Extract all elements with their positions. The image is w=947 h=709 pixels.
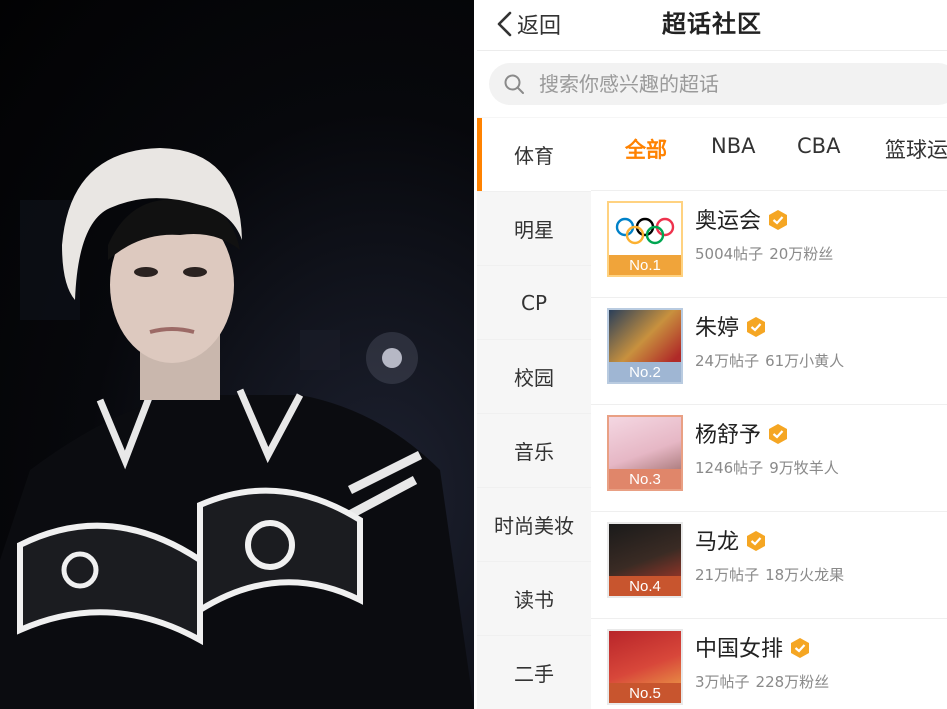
topic-stats: 1246帖子 9万牧羊人 — [695, 457, 839, 478]
topic-row[interactable]: No.1 奥运会 5004帖子 20万粉丝 — [591, 190, 947, 297]
fan-count: 9万牧羊人 — [769, 459, 839, 477]
verified-badge-icon — [769, 210, 788, 230]
sub-tabs: 全部 NBA CBA 篮球运 — [591, 118, 947, 183]
fan-count: 20万粉丝 — [769, 245, 834, 263]
category-label: 体育 — [514, 144, 554, 168]
topic-row[interactable]: No.3 杨舒予 1246帖子 9万牧羊人 — [591, 404, 947, 511]
topic-title: 朱婷 — [695, 316, 740, 341]
supertopic-app: 返回 超话社区 体育 明星 CP 校园 音乐 时尚美妆 读书 二手 全部 NBA… — [477, 0, 947, 709]
rank-badge: No.2 — [609, 362, 681, 382]
search-area — [477, 51, 947, 117]
verified-badge-icon — [747, 317, 766, 337]
post-count: 21万帖子 — [695, 566, 760, 584]
category-label: 明星 — [514, 218, 554, 242]
rank-badge: No.1 — [609, 255, 681, 275]
category-secondhand[interactable]: 二手 — [477, 636, 591, 709]
category-cp[interactable]: CP — [477, 266, 591, 340]
topic-title: 杨舒予 — [695, 423, 762, 448]
category-music[interactable]: 音乐 — [477, 414, 591, 488]
portrait-photo — [0, 0, 474, 709]
topic-thumbnail: No.2 — [607, 308, 683, 384]
category-label: 校园 — [514, 366, 554, 390]
post-count: 1246帖子 — [695, 459, 764, 477]
post-count: 5004帖子 — [695, 245, 764, 263]
topic-thumbnail: No.3 — [607, 415, 683, 491]
fan-count: 228万粉丝 — [755, 673, 830, 691]
top-nav-bar: 返回 超话社区 — [477, 0, 947, 51]
tab-nba[interactable]: NBA — [711, 134, 755, 158]
category-sidebar: 体育 明星 CP 校园 音乐 时尚美妆 读书 二手 — [477, 118, 591, 709]
topic-title: 奥运会 — [695, 209, 762, 234]
category-fashion[interactable]: 时尚美妆 — [477, 488, 591, 562]
topic-row[interactable]: No.4 马龙 21万帖子 18万火龙果 — [591, 511, 947, 618]
topic-stats: 5004帖子 20万粉丝 — [695, 243, 833, 264]
category-label: 二手 — [514, 662, 554, 686]
topic-thumbnail: No.4 — [607, 522, 683, 598]
olympic-rings-icon — [615, 217, 675, 245]
topic-row[interactable]: No.2 朱婷 24万帖子 61万小黄人 — [591, 297, 947, 404]
topic-stats: 21万帖子 18万火龙果 — [695, 564, 844, 585]
topic-thumbnail: No.1 — [607, 201, 683, 277]
topic-title: 中国女排 — [695, 637, 784, 662]
fan-count: 61万小黄人 — [765, 352, 845, 370]
topic-name: 奥运会 — [695, 203, 789, 235]
category-label: 时尚美妆 — [494, 514, 574, 538]
tab-cba[interactable]: CBA — [797, 134, 840, 158]
verified-badge-icon — [791, 638, 810, 658]
verified-badge-icon — [747, 531, 766, 551]
rank-badge: No.3 — [609, 469, 681, 489]
post-count: 3万帖子 — [695, 673, 750, 691]
category-label: CP — [520, 290, 548, 315]
topic-stats: 3万帖子 228万粉丝 — [695, 671, 829, 692]
fan-count: 18万火龙果 — [765, 566, 845, 584]
portrait-illustration — [0, 148, 474, 709]
category-campus[interactable]: 校园 — [477, 340, 591, 414]
category-reading[interactable]: 读书 — [477, 562, 591, 636]
topic-list-panel: 全部 NBA CBA 篮球运 No.1 奥运会 5004帖子 20万粉丝 No.… — [591, 118, 947, 709]
topic-row[interactable]: No.5 中国女排 3万帖子 228万粉丝 — [591, 618, 947, 709]
topic-stats: 24万帖子 61万小黄人 — [695, 350, 844, 371]
post-count: 24万帖子 — [695, 352, 760, 370]
topic-name: 杨舒予 — [695, 417, 789, 449]
search-icon — [504, 74, 524, 94]
topic-title: 马龙 — [695, 530, 740, 555]
tab-basketball[interactable]: 篮球运 — [885, 134, 947, 164]
topic-name: 马龙 — [695, 524, 767, 556]
topic-name: 朱婷 — [695, 310, 767, 342]
rank-badge: No.4 — [609, 576, 681, 596]
search-input[interactable] — [537, 71, 881, 97]
page-title: 超话社区 — [662, 10, 762, 38]
verified-badge-icon — [769, 424, 788, 444]
search-box[interactable] — [489, 63, 947, 105]
topic-name: 中国女排 — [695, 631, 811, 663]
tab-all[interactable]: 全部 — [625, 134, 667, 164]
category-label: 读书 — [514, 588, 554, 612]
topic-thumbnail: No.5 — [607, 629, 683, 705]
category-label: 音乐 — [514, 440, 554, 464]
category-stars[interactable]: 明星 — [477, 192, 591, 266]
category-sports[interactable]: 体育 — [477, 118, 591, 192]
rank-badge: No.5 — [609, 683, 681, 703]
